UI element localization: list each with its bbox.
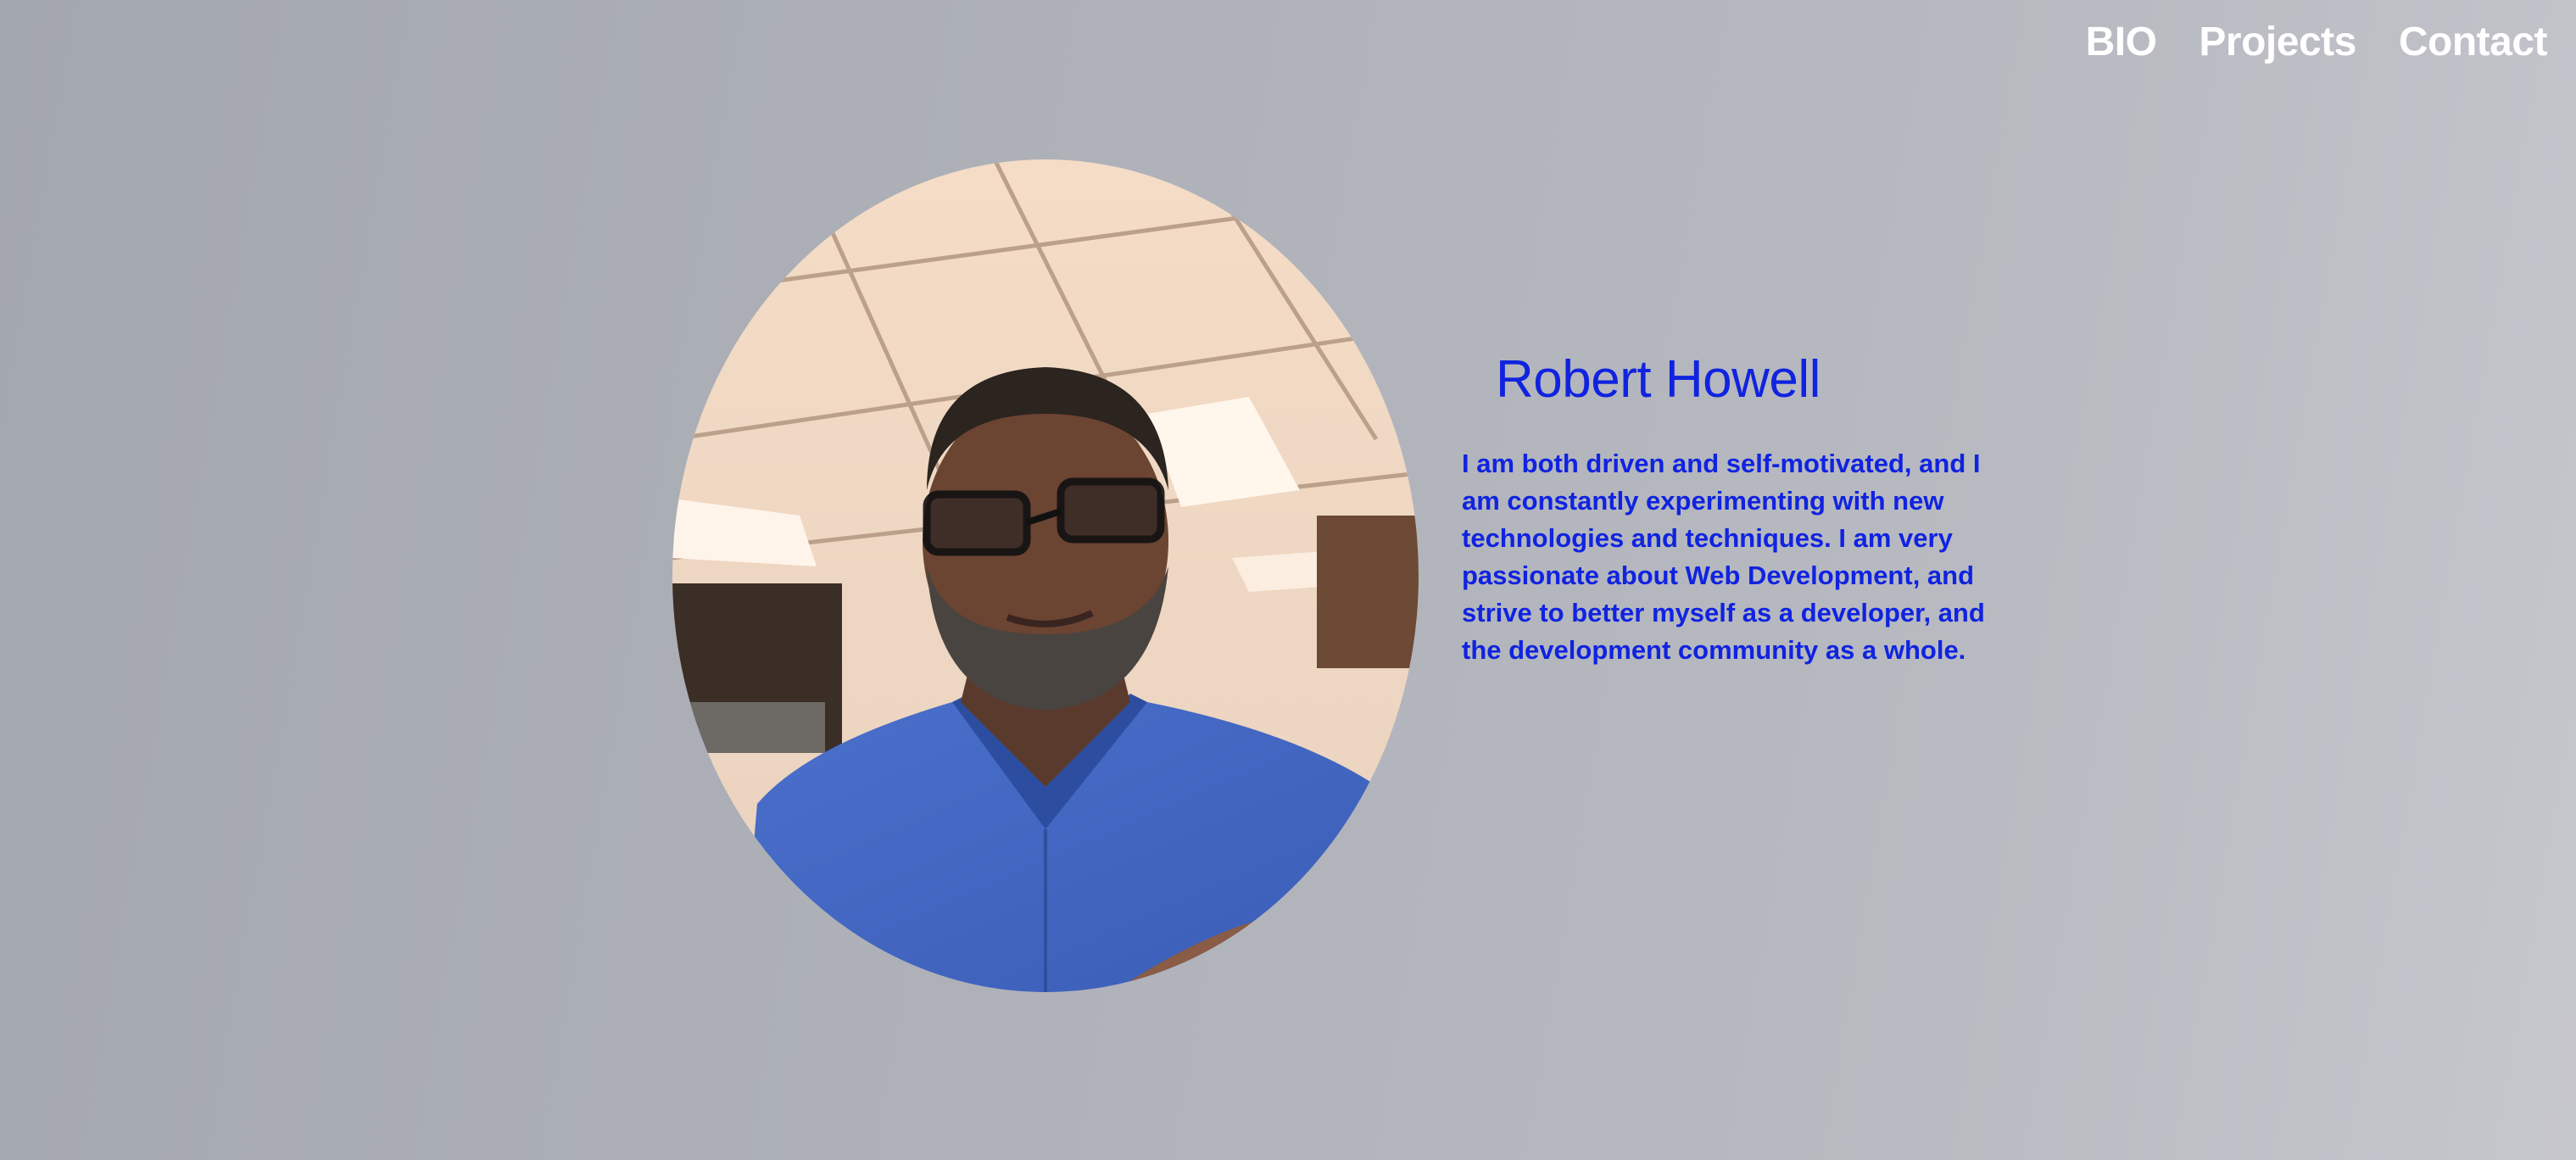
profile-photo <box>672 159 1419 992</box>
profile-photo-image <box>672 159 1419 992</box>
nav-link-contact[interactable]: Contact <box>2399 19 2548 65</box>
nav-link-bio[interactable]: BIO <box>2086 19 2157 65</box>
profile-name: Robert Howell <box>1496 350 1820 409</box>
top-nav: BIO Projects Contact <box>2086 19 2548 65</box>
profile-bio: I am both driven and self-motivated, and… <box>1462 449 1985 665</box>
nav-link-projects[interactable]: Projects <box>2199 19 2356 65</box>
